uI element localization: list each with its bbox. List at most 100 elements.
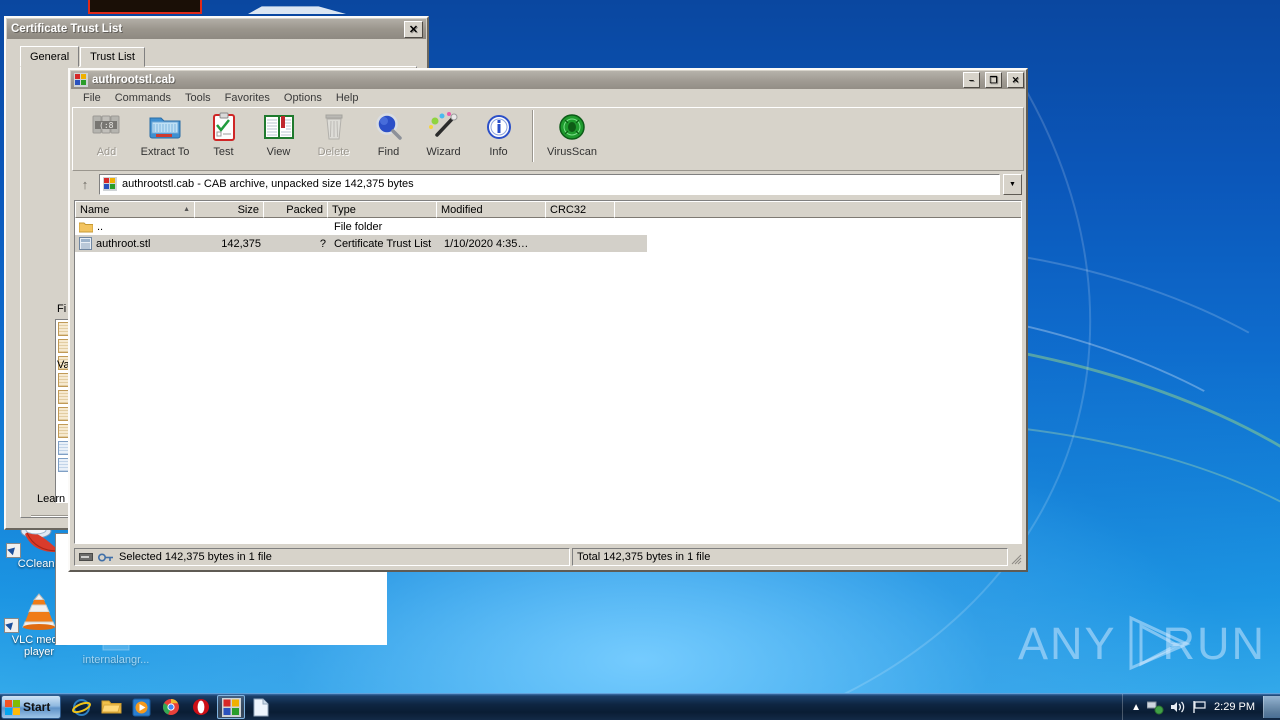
quick-launch-bar[interactable]: [67, 695, 275, 719]
stl-file-icon: [79, 237, 92, 250]
toolbar-label: Add: [96, 146, 117, 158]
winrar-status-bar: Selected 142,375 bytes in 1 file Total 1…: [74, 548, 1022, 566]
taskbar-clock[interactable]: 2:29 PM: [1214, 701, 1255, 713]
winrar-books-icon: [103, 177, 117, 191]
taskbar-item-windows-explorer[interactable]: [97, 695, 125, 719]
menu-favorites[interactable]: Favorites: [218, 91, 277, 105]
menu-commands[interactable]: Commands: [108, 91, 178, 105]
toolbar-virusscan-button[interactable]: VirusScan: [540, 108, 604, 169]
column-header-name[interactable]: Name ▲: [75, 201, 195, 218]
taskbar[interactable]: Start ▲ 2:29 PM: [0, 693, 1280, 720]
clipboard-check-icon: [207, 111, 241, 143]
winrar-menu-bar[interactable]: File Commands Tools Favorites Options He…: [70, 89, 1026, 106]
toolbar-extract-button[interactable]: Extract To: [134, 108, 196, 169]
menu-options[interactable]: Options: [277, 91, 329, 105]
taskbar-item-media-player[interactable]: [127, 695, 155, 719]
ctl-title-text: Certificate Trust List: [11, 23, 123, 35]
toolbar-delete-button[interactable]: Delete: [306, 108, 361, 169]
background-window-remnant: [248, 6, 346, 14]
add-archive-icon: (:8: [90, 111, 124, 143]
chevron-up-icon[interactable]: ▲: [1131, 702, 1141, 713]
taskbar-item-winrar[interactable]: [217, 695, 245, 719]
menu-help[interactable]: Help: [329, 91, 366, 105]
ctl-tabstrip[interactable]: General Trust List: [20, 46, 417, 67]
file-list-header[interactable]: Name ▲ Size Packed Type Modified CRC32: [75, 201, 1021, 218]
background-window-remnant: [88, 0, 202, 14]
toolbar-wizard-button[interactable]: Wizard: [416, 108, 471, 169]
svg-text:(:8: (:8: [99, 121, 114, 130]
desktop-icon-label: internalangr...: [82, 654, 150, 666]
folder-up-icon: [78, 221, 94, 233]
column-header-blank[interactable]: [614, 201, 1021, 218]
toolbar-label: Info: [489, 146, 508, 158]
toolbar-label: View: [266, 146, 291, 158]
field-group-label: Fi: [57, 303, 67, 315]
trash-bin-icon: [317, 111, 351, 143]
key-icon: [97, 552, 114, 563]
table-row[interactable]: authroot.stl 142,375 ? Certificate Trust…: [75, 235, 647, 252]
anyrun-watermark: ANY RUN: [1018, 612, 1266, 674]
column-header-type[interactable]: Type: [327, 201, 437, 218]
taskbar-item-opera[interactable]: [187, 695, 215, 719]
speaker-icon[interactable]: [1170, 700, 1186, 714]
toolbar-test-button[interactable]: Test: [196, 108, 251, 169]
desktop[interactable]: ANY RUN CCleaner VLC media player intern…: [0, 0, 1280, 694]
toolbar-separator: [532, 110, 534, 162]
close-button[interactable]: ✕: [1007, 72, 1024, 88]
toolbar-info-button[interactable]: Info: [471, 108, 526, 169]
winrar-file-list[interactable]: Name ▲ Size Packed Type Modified CRC32 .…: [74, 200, 1022, 544]
taskbar-item-google-chrome[interactable]: [157, 695, 185, 719]
ctl-title-bar[interactable]: Certificate Trust List ✕: [7, 19, 426, 39]
taskbar-item-document[interactable]: [247, 695, 275, 719]
close-icon[interactable]: ✕: [404, 20, 423, 38]
table-row[interactable]: .. File folder: [75, 218, 1021, 235]
column-header-size[interactable]: Size: [194, 201, 264, 218]
arrow-up-icon[interactable]: ↑: [74, 174, 96, 194]
column-header-modified[interactable]: Modified: [436, 201, 546, 218]
toolbar-label: Wizard: [426, 146, 461, 158]
chevron-down-icon[interactable]: ▼: [1003, 173, 1022, 195]
taskbar-item-internet-explorer[interactable]: [67, 695, 95, 719]
tab-general[interactable]: General: [20, 46, 80, 67]
start-button[interactable]: Start: [1, 695, 61, 719]
toolbar-label: Extract To: [140, 146, 190, 158]
menu-tools[interactable]: Tools: [178, 91, 218, 105]
extract-folder-icon: [148, 111, 182, 143]
network-icon[interactable]: [1146, 700, 1164, 715]
winrar-address-bar[interactable]: ↑ authrootstl.cab - CAB archive, unpacke…: [72, 173, 1024, 195]
winrar-title-bar[interactable]: authrootstl.cab – ❐ ✕: [71, 71, 1025, 89]
magic-wand-icon: [427, 111, 461, 143]
winrar-window[interactable]: authrootstl.cab – ❐ ✕ File Commands Tool…: [68, 68, 1028, 572]
play-triangle-icon: [1125, 614, 1191, 672]
archive-path-text: authrootstl.cab - CAB archive, unpacked …: [122, 178, 414, 190]
minimize-button[interactable]: –: [963, 72, 980, 88]
system-tray[interactable]: ▲ 2:29 PM: [1122, 694, 1259, 720]
cell-type: File folder: [334, 220, 383, 233]
archive-path-field[interactable]: authrootstl.cab - CAB archive, unpacked …: [99, 173, 1000, 195]
show-desktop-button[interactable]: [1263, 696, 1280, 718]
status-left-text: Selected 142,375 bytes in 1 file: [119, 551, 272, 563]
cell-type: Certificate Trust List: [334, 237, 432, 250]
cell-name: ..: [75, 221, 195, 233]
menu-file[interactable]: File: [76, 91, 108, 105]
column-label: Name: [80, 203, 110, 216]
cell-text: authroot.stl: [96, 237, 151, 250]
winrar-toolbar[interactable]: (:8 Add Extract To Test View Delete Find…: [72, 107, 1024, 171]
virus-shield-icon: [555, 111, 589, 143]
action-center-flag-icon[interactable]: [1192, 700, 1208, 714]
maximize-button[interactable]: ❐: [985, 72, 1002, 88]
column-header-crc32[interactable]: CRC32: [545, 201, 615, 218]
tab-trust-list[interactable]: Trust List: [80, 47, 145, 67]
column-header-packed[interactable]: Packed: [263, 201, 328, 218]
open-book-icon: [262, 111, 296, 143]
windows-orb-icon: [5, 699, 20, 715]
status-right-text: Total 142,375 bytes in 1 file: [577, 551, 711, 563]
toolbar-add-button[interactable]: (:8 Add: [79, 108, 134, 169]
learn-more-label[interactable]: Learn: [37, 493, 65, 505]
toolbar-label: Delete: [317, 146, 350, 158]
sort-ascending-icon: ▲: [183, 206, 190, 213]
toolbar-label: VirusScan: [547, 146, 597, 158]
resize-grip[interactable]: [1010, 553, 1022, 565]
toolbar-view-button[interactable]: View: [251, 108, 306, 169]
toolbar-find-button[interactable]: Find: [361, 108, 416, 169]
